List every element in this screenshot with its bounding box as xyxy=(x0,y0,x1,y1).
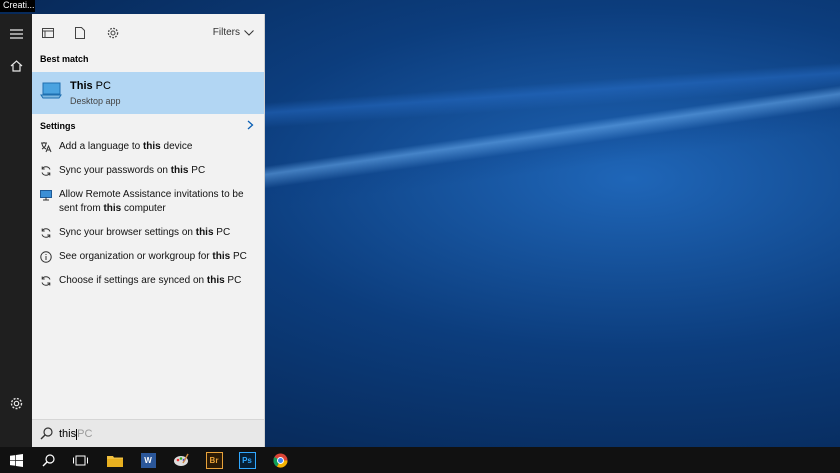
task-view-icon[interactable] xyxy=(70,450,90,470)
home-icon[interactable] xyxy=(8,58,24,74)
monitor-icon xyxy=(39,188,52,201)
search-text[interactable]: thisPC xyxy=(59,428,92,440)
best-match-subtitle: Desktop app xyxy=(70,96,121,106)
photoshop-app-icon[interactable]: Ps xyxy=(237,450,257,470)
language-icon xyxy=(39,140,52,153)
list-item[interactable]: Choose if settings are synced on this PC xyxy=(32,274,264,288)
list-item[interactable]: Allow Remote Assistance invitations to b… xyxy=(32,188,264,216)
chrome-app-icon[interactable] xyxy=(270,450,290,470)
settings-results-list: Add a language to this device Sync your … xyxy=(32,140,264,288)
start-left-rail xyxy=(0,14,32,447)
sync-icon xyxy=(39,274,52,287)
search-results-panel: Filters Best match This PC Desktop app S… xyxy=(32,14,265,447)
windows-start-icon[interactable] xyxy=(6,450,26,470)
list-item[interactable]: See organization or workgroup for this P… xyxy=(32,250,264,264)
settings-filter-icon[interactable] xyxy=(106,26,120,40)
panel-header: Filters xyxy=(32,14,264,52)
search-icon xyxy=(40,427,53,440)
chevron-down-icon xyxy=(244,29,254,36)
word-app-icon[interactable]: W xyxy=(138,450,158,470)
list-item[interactable]: Sync your browser settings on this PC xyxy=(32,226,264,240)
taskbar-search-icon[interactable] xyxy=(38,450,58,470)
sync-icon xyxy=(39,226,52,239)
this-pc-icon xyxy=(40,82,62,99)
search-typed-text: this xyxy=(59,428,77,440)
settings-heading: Settings xyxy=(40,121,76,131)
best-match-heading: Best match xyxy=(40,54,89,64)
settings-gear-icon[interactable] xyxy=(8,395,24,411)
window-title-fragment: Creati... xyxy=(0,0,35,12)
filters-label: Filters xyxy=(212,27,240,38)
paint-app-icon[interactable] xyxy=(171,450,191,470)
info-icon xyxy=(39,250,52,263)
search-input[interactable]: thisPC xyxy=(32,419,264,448)
settings-section[interactable]: Settings xyxy=(32,119,264,133)
apps-filter-icon[interactable] xyxy=(41,26,55,40)
bridge-app-icon[interactable]: Br xyxy=(204,450,224,470)
filters-dropdown[interactable]: Filters xyxy=(213,27,254,38)
hamburger-menu-icon[interactable] xyxy=(8,26,24,42)
sync-icon xyxy=(39,164,52,177)
documents-filter-icon[interactable] xyxy=(73,26,87,40)
list-item[interactable]: Sync your passwords on this PC xyxy=(32,164,264,178)
search-suggestion-text: PC xyxy=(77,428,93,440)
list-item[interactable]: Add a language to this device xyxy=(32,140,264,154)
best-match-this-pc[interactable]: This PC Desktop app xyxy=(32,72,264,114)
file-explorer-icon[interactable] xyxy=(105,450,125,470)
taskbar: W Br Ps xyxy=(0,447,840,473)
chevron-right-icon[interactable] xyxy=(247,119,254,133)
best-match-title: This PC xyxy=(70,80,111,92)
